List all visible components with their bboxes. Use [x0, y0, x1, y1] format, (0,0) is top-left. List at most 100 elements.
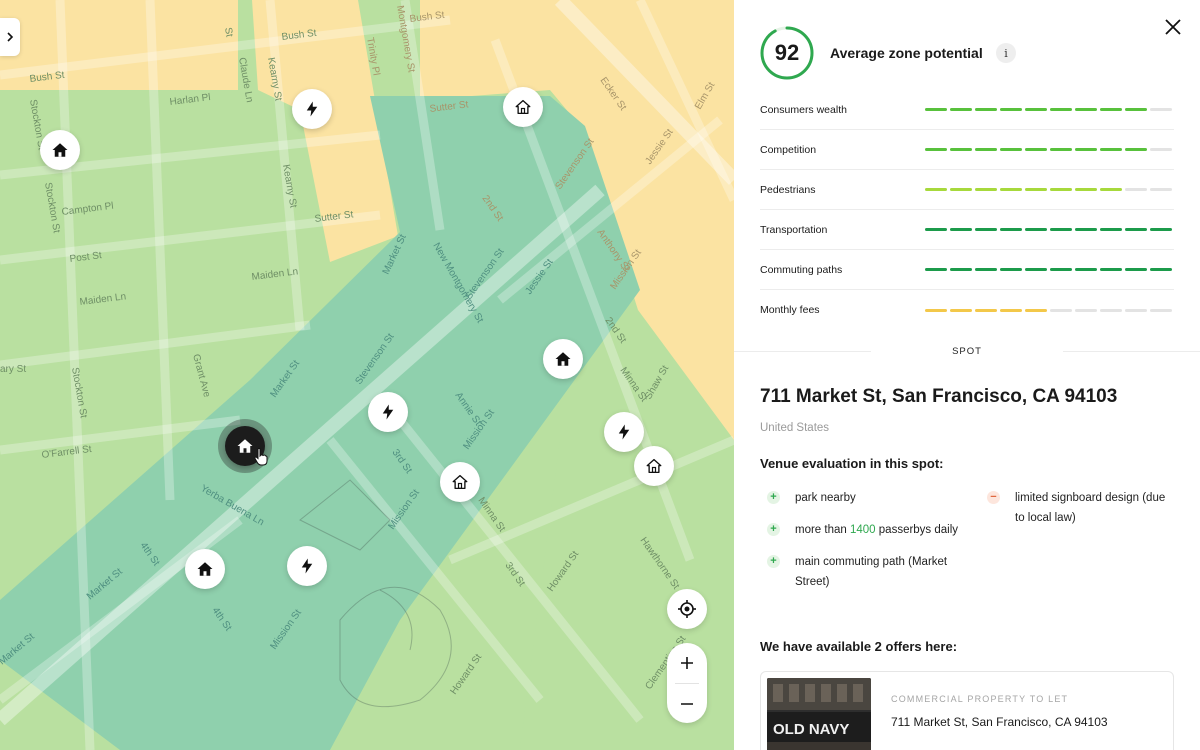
offers-title: We have available 2 offers here: — [760, 639, 958, 654]
metric-label: Competition — [760, 143, 817, 156]
metric-label: Pedestrians — [760, 183, 816, 196]
map-marker-home-5[interactable] — [440, 462, 480, 502]
house-outline-icon — [452, 474, 468, 490]
lightning-icon — [382, 404, 394, 420]
metric-row: Transportation — [760, 210, 1174, 250]
metric-segment — [1025, 148, 1047, 151]
storefront-image: OLD NAVY — [767, 678, 871, 750]
plus-icon: + — [767, 523, 780, 536]
metric-segment — [950, 268, 972, 271]
metric-segment — [1125, 308, 1147, 312]
metric-segment — [1100, 228, 1122, 231]
metric-segment — [1100, 188, 1122, 191]
metric-segment — [950, 188, 972, 191]
metric-segment — [925, 188, 947, 191]
map-marker-bolt-1[interactable] — [292, 89, 332, 129]
metric-segment — [1000, 228, 1022, 231]
lightning-icon — [618, 424, 630, 440]
sidebar-toggle-button[interactable] — [0, 18, 20, 56]
house-icon — [237, 439, 253, 453]
metric-segment — [1075, 228, 1097, 231]
score-value: 92 — [774, 40, 800, 65]
map-canvas[interactable]: Bush St Bush St Bush St Kearny St Kearny… — [0, 0, 734, 750]
metric-bar — [925, 188, 1172, 191]
minus-icon: − — [987, 491, 1000, 504]
metric-segment — [1075, 108, 1097, 111]
spot-country: United States — [760, 422, 830, 434]
metric-segment — [975, 228, 997, 231]
metric-segment — [925, 108, 947, 111]
map-marker-home-4[interactable] — [634, 446, 674, 486]
metric-segment — [1025, 108, 1047, 111]
metric-segment — [925, 308, 947, 312]
map-marker-home-6[interactable] — [185, 549, 225, 589]
zoom-out-button[interactable] — [667, 684, 707, 723]
zoom-in-button[interactable] — [667, 643, 707, 683]
metric-row: Consumers wealth — [760, 90, 1174, 130]
metric-segment — [1050, 148, 1072, 151]
metric-label: Commuting paths — [760, 263, 843, 276]
minus-icon — [681, 703, 693, 705]
metric-segment — [1075, 308, 1097, 312]
metric-segment — [1075, 268, 1097, 271]
offer-address: 711 Market St, San Francisco, CA 94103 — [891, 715, 1108, 729]
metric-segment — [1000, 108, 1022, 111]
metric-segment — [975, 148, 997, 151]
chevron-right-icon — [7, 32, 14, 42]
metric-segment — [975, 308, 997, 312]
metric-label: Monthly fees — [760, 304, 820, 316]
metric-bar — [925, 108, 1172, 111]
metric-segment — [1150, 308, 1172, 312]
metric-segment — [1100, 108, 1122, 111]
offer-card[interactable]: OLD NAVY COMMERCIAL PROPERTY TO LET 711 … — [760, 671, 1174, 750]
offer-type: COMMERCIAL PROPERTY TO LET — [891, 694, 1069, 704]
metric-segment — [1050, 228, 1072, 231]
metric-segment — [950, 108, 972, 111]
metric-segment — [925, 228, 947, 231]
map-marker-home-3[interactable] — [543, 339, 583, 379]
metric-segment — [1025, 228, 1047, 231]
spot-address: 711 Market St, San Francisco, CA 94103 — [760, 386, 1118, 407]
locate-me-button[interactable] — [667, 589, 707, 629]
map-marker-bolt-4[interactable] — [287, 546, 327, 586]
metric-segment — [1000, 148, 1022, 151]
metric-label: Consumers wealth — [760, 103, 847, 116]
evaluation-text: park nearby — [795, 492, 856, 504]
house-icon — [197, 562, 213, 576]
metric-bar — [925, 148, 1172, 151]
map-marker-bolt-2[interactable] — [368, 392, 408, 432]
map-marker-bolt-3[interactable] — [604, 412, 644, 452]
metric-segment — [1100, 268, 1122, 271]
passerby-count: 1400 — [849, 524, 876, 536]
metric-row: Monthly fees — [760, 290, 1174, 330]
metric-segment — [1100, 308, 1122, 312]
svg-text:OLD NAVY: OLD NAVY — [773, 721, 849, 738]
metric-segment — [950, 148, 972, 151]
metric-bar — [925, 228, 1172, 231]
lightning-icon — [306, 101, 318, 117]
metric-segment — [1025, 188, 1047, 191]
metric-segment — [1150, 268, 1172, 271]
metric-segment — [1125, 148, 1147, 151]
metric-row: Pedestrians — [760, 170, 1174, 210]
evaluation-text: main commuting path (Market Street) — [795, 556, 948, 588]
metric-segment — [1125, 268, 1147, 271]
map-marker-home-2[interactable] — [503, 87, 543, 127]
metric-segment — [1150, 188, 1172, 191]
metric-segment — [1125, 108, 1147, 111]
metric-segment — [950, 308, 972, 312]
info-icon[interactable]: i — [996, 43, 1016, 63]
metric-segment — [975, 188, 997, 191]
hand-cursor-icon — [254, 448, 268, 466]
map-marker-home-1[interactable] — [40, 130, 80, 170]
zoom-controls — [667, 643, 707, 723]
map-view[interactable]: Bush St Bush St Bush St Kearny St Kearny… — [0, 0, 734, 750]
metric-segment — [1050, 188, 1072, 191]
metric-label: Transportation — [760, 223, 828, 236]
svg-text:ary St: ary St — [0, 364, 26, 375]
metric-segment — [950, 228, 972, 231]
metric-bar — [925, 268, 1172, 271]
metric-segment — [1075, 148, 1097, 151]
close-icon[interactable] — [1162, 16, 1184, 38]
metric-segment — [1150, 148, 1172, 151]
